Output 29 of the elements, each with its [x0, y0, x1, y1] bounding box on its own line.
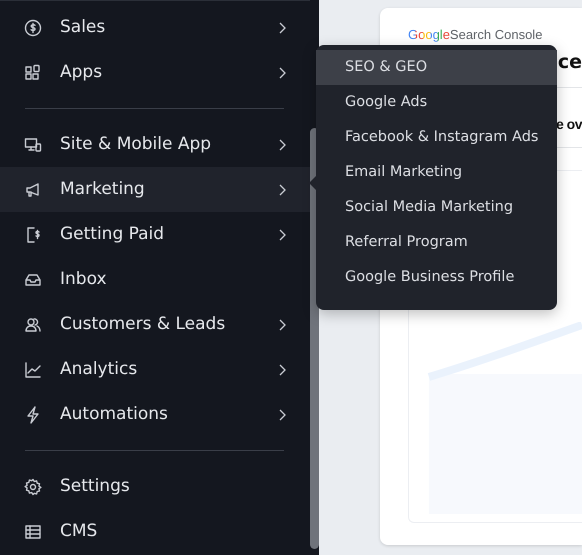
sidebar-item[interactable]: Customers & Leads [0, 302, 310, 347]
card-heading: ce [558, 51, 582, 73]
submenu-item[interactable]: Google Ads [316, 85, 557, 120]
people-icon [24, 316, 42, 334]
submenu-item[interactable]: Referral Program [316, 225, 557, 260]
chart-icon [24, 360, 42, 378]
apps-icon [24, 64, 42, 82]
dollar-icon [24, 18, 42, 36]
devices-icon [24, 136, 42, 154]
sidebar-item[interactable]: Marketing [0, 167, 310, 212]
submenu-item[interactable]: Facebook & Instagram Ads [316, 120, 557, 155]
submenu-item[interactable]: SEO & GEO [316, 50, 557, 85]
sidebar-item[interactable]: Settings [0, 464, 310, 509]
sidebar-item[interactable]: CMS [0, 509, 310, 554]
settings-icon [24, 478, 42, 496]
submenu-item[interactable]: Social Media Marketing [316, 190, 557, 225]
submenu-item[interactable]: Google Business Profile [316, 260, 557, 295]
section-heading: e ov [556, 116, 582, 132]
submenu-item[interactable]: Email Marketing [316, 155, 557, 190]
sidebar-item[interactable]: Apps [0, 50, 310, 95]
sidebar-item[interactable]: Site & Mobile App [0, 122, 310, 167]
table-icon [24, 522, 42, 540]
sidebar-item[interactable]: Analytics [0, 347, 310, 392]
sidebar-item[interactable]: Sales [0, 5, 310, 50]
sidebar-item[interactable]: Inbox [0, 257, 310, 302]
sidebar-item[interactable]: Automations [0, 392, 310, 437]
logo-product: Search Console [450, 27, 542, 42]
sidebar-item[interactable]: Getting Paid [0, 212, 310, 257]
logo-brand: Google [408, 27, 450, 42]
